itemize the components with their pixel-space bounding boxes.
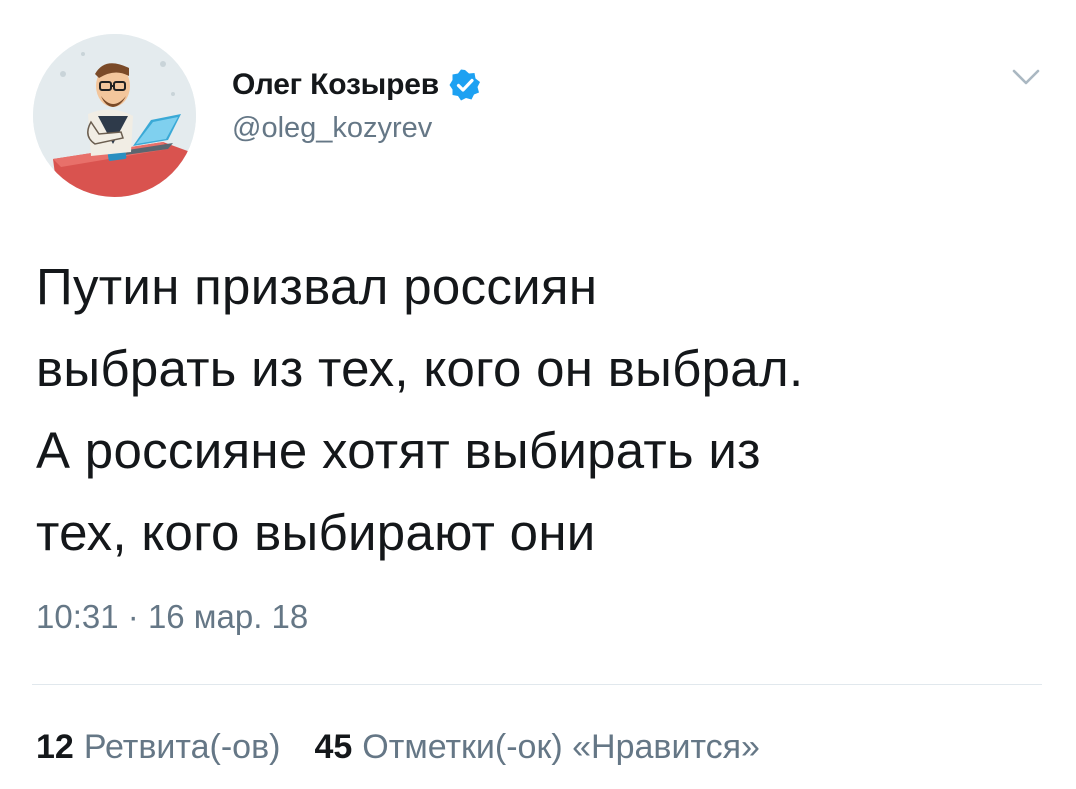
user-block: Олег Козырев @oleg_kozyrev [232, 62, 481, 145]
tweet-stats: 12 Ретвита(-ов) 45 Отметки(-ок) «Нравится» [36, 728, 760, 767]
divider [32, 684, 1042, 685]
display-name[interactable]: Олег Козырев [232, 68, 439, 102]
timestamp-separator: · [127, 598, 139, 635]
chevron-down-icon[interactable] [1008, 64, 1044, 90]
user-handle[interactable]: @oleg_kozyrev [232, 112, 481, 145]
verified-badge-icon [449, 69, 481, 101]
likes-label: Отметки(-ок) «Нравится» [362, 728, 760, 766]
retweets-label: Ретвита(-ов) [83, 728, 281, 766]
tweet-text: Путин призвал россиян выбрать из тех, ко… [36, 258, 804, 561]
retweets-count: 12 [36, 728, 74, 766]
likes-count: 45 [314, 728, 353, 766]
cartoon-man-at-desk-avatar [33, 34, 196, 197]
name-row: Олег Козырев [232, 62, 481, 108]
tweet-timestamp[interactable]: 10:31 · 16 мар. 18 [36, 598, 308, 636]
avatar[interactable] [33, 34, 196, 197]
likes-stat[interactable]: 45 Отметки(-ок) «Нравится» [314, 728, 760, 766]
retweets-stat[interactable]: 12 Ретвита(-ов) [36, 728, 280, 766]
tweet-date: 16 мар. 18 [147, 598, 309, 635]
tweet-time: 10:31 [36, 598, 119, 635]
